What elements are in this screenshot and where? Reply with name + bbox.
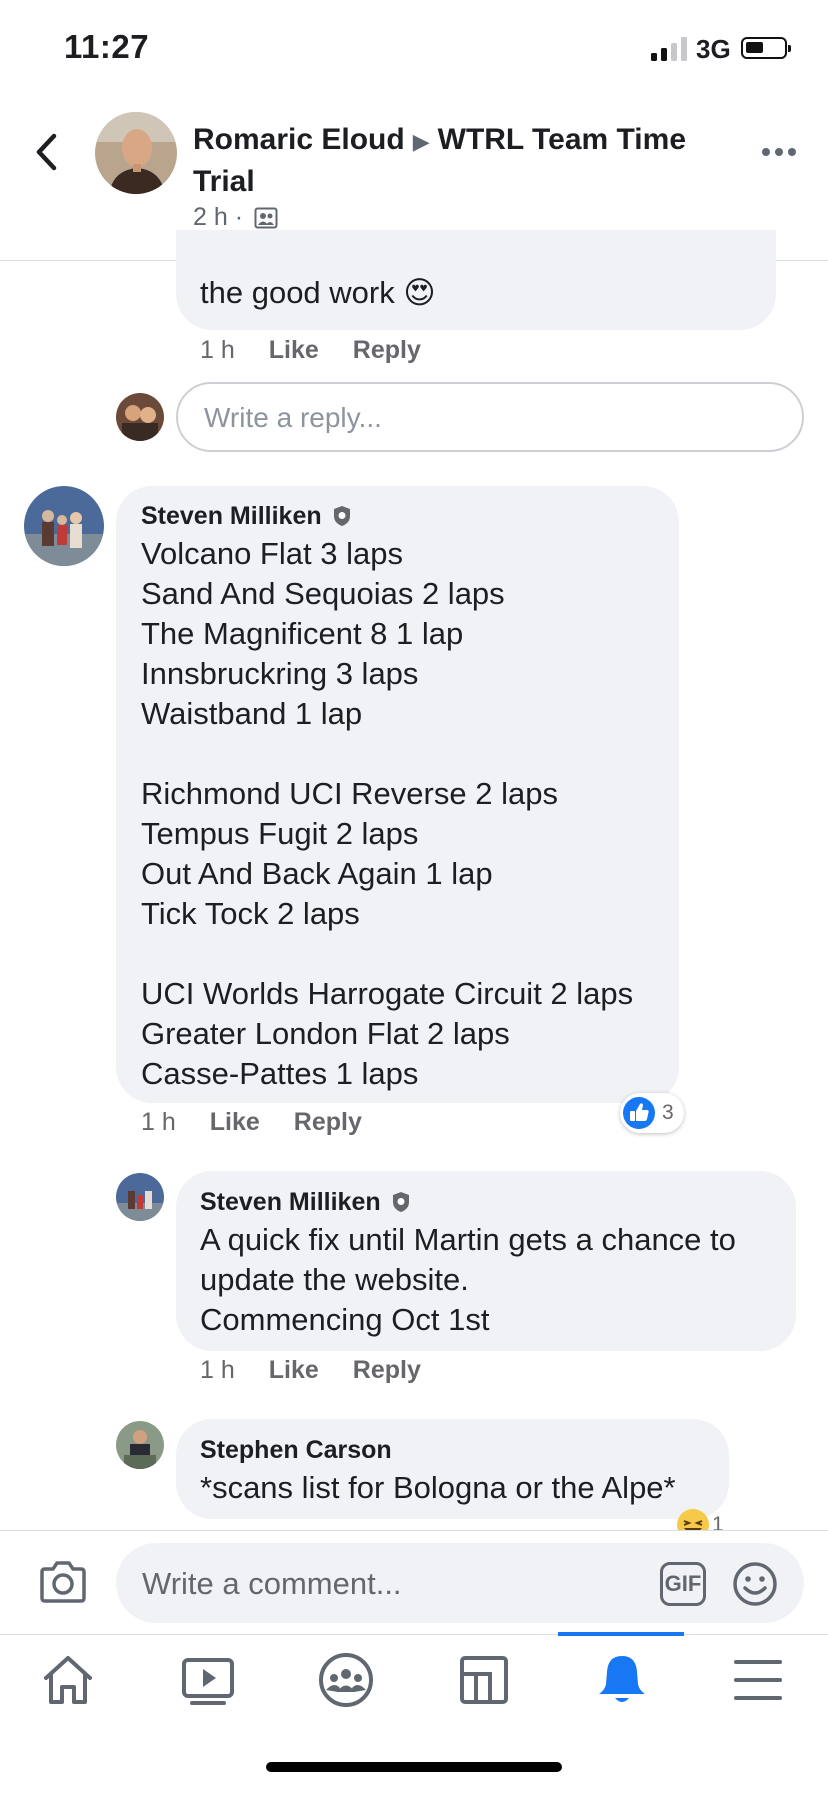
- comment-text: the good work 😍: [200, 275, 436, 310]
- active-tab-indicator: [558, 1632, 684, 1636]
- more-horizontal-icon[interactable]: [762, 148, 796, 156]
- comment-time[interactable]: 1 h: [200, 336, 235, 365]
- like-button[interactable]: Like: [269, 1356, 319, 1385]
- comment-author[interactable]: Stephen Carson: [200, 1436, 392, 1465]
- author-name[interactable]: Steven Milliken: [200, 1188, 381, 1216]
- comment-author[interactable]: Steven Milliken: [141, 502, 352, 531]
- network-type: 3G: [696, 34, 731, 64]
- commenter-avatar[interactable]: [24, 486, 104, 566]
- battery-icon: [741, 37, 791, 59]
- post-title[interactable]: Romaric Eloud ▶ WTRL Team Time Trial: [193, 120, 713, 202]
- comment-time[interactable]: 1 h: [200, 1356, 235, 1385]
- home-icon[interactable]: [38, 1652, 98, 1708]
- admin-shield-icon: [392, 1192, 409, 1212]
- reaction-count: 3: [662, 1101, 674, 1124]
- post-meta: 2 h ·: [193, 203, 243, 232]
- author-name[interactable]: Romaric Eloud: [193, 123, 405, 156]
- author-name[interactable]: Steven Milliken: [141, 502, 322, 530]
- notifications-bell-icon[interactable]: [592, 1652, 652, 1708]
- reply-button[interactable]: Reply: [353, 1356, 421, 1385]
- groups-icon[interactable]: [316, 1652, 376, 1708]
- comment-text: A quick fix until Martin gets a chance t…: [200, 1222, 736, 1337]
- author-avatar[interactable]: [95, 112, 177, 194]
- reaction-summary[interactable]: 3: [620, 1093, 684, 1133]
- commenter-avatar[interactable]: [116, 1421, 164, 1469]
- comment-actions: 1 h Like Reply: [200, 336, 421, 365]
- gif-button[interactable]: GIF: [660, 1562, 706, 1606]
- comment-actions: 1 h Like Reply: [141, 1108, 362, 1137]
- comment-text: *scans list for Bologna or the Alpe*: [200, 1470, 676, 1505]
- reply-button[interactable]: Reply: [353, 336, 421, 365]
- like-button[interactable]: Like: [210, 1108, 260, 1137]
- group-privacy-icon: [254, 207, 278, 229]
- meta-separator: ·: [234, 203, 244, 231]
- menu-hamburger-icon[interactable]: [728, 1652, 788, 1708]
- like-button[interactable]: Like: [269, 336, 319, 365]
- home-indicator[interactable]: [266, 1762, 562, 1772]
- watch-icon[interactable]: [178, 1652, 238, 1708]
- my-avatar: [116, 393, 164, 441]
- arrow-right-icon: ▶: [412, 129, 430, 154]
- reply-button[interactable]: Reply: [294, 1108, 362, 1137]
- comment-input[interactable]: [140, 1565, 644, 1603]
- pages-icon[interactable]: [454, 1652, 514, 1708]
- smiley-icon[interactable]: [732, 1561, 778, 1607]
- comment-author[interactable]: Steven Milliken: [200, 1188, 411, 1217]
- admin-shield-icon: [333, 506, 350, 526]
- author-name[interactable]: Stephen Carson: [200, 1436, 392, 1464]
- commenter-avatar[interactable]: [116, 1173, 164, 1221]
- comment-time[interactable]: 1 h: [141, 1108, 176, 1137]
- signal-strength-icon: [651, 37, 689, 61]
- post-time[interactable]: 2 h: [193, 203, 228, 231]
- comment-text: Volcano Flat 3 laps Sand And Sequoias 2 …: [141, 536, 634, 1091]
- comment-actions: 1 h Like Reply: [200, 1356, 421, 1385]
- reply-field[interactable]: [176, 382, 804, 452]
- thumbs-up-icon: [623, 1097, 655, 1129]
- camera-icon[interactable]: [38, 1560, 88, 1604]
- status-time: 11:27: [64, 28, 150, 65]
- chevron-left-icon[interactable]: [32, 132, 62, 172]
- reply-input[interactable]: [202, 401, 766, 435]
